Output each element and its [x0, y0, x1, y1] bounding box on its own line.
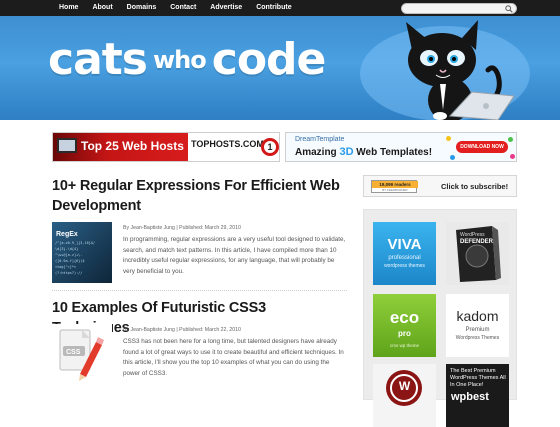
viva-title: VIVA [387, 236, 422, 253]
post-title-1[interactable]: 10+ Regular Expressions For Efficient We… [52, 176, 347, 216]
eco-subtitle-2: cms wp theme [389, 343, 419, 348]
ad-tophosts-badge: 1 [261, 138, 279, 156]
sponsor-tile-wordpress-defender[interactable]: WordPress DEFENDER [446, 222, 509, 285]
rss-reader-count: 19,099 readers [372, 181, 418, 188]
post-excerpt-2: CSS3 has not been here for a long time, … [123, 338, 344, 377]
w-tile-letter: W [398, 379, 411, 393]
kadom-subtitle-2: Wordpress Themes [455, 335, 500, 341]
sponsor-tile-viva[interactable]: VIVA professional wordpress themes [373, 222, 436, 285]
ad-tophosts-red-panel: Top 25 Web Hosts [53, 133, 188, 161]
logo-word-who: who [153, 46, 207, 74]
svg-text:\d{3}-\d{4}: \d{3}-\d{4} [55, 247, 78, 251]
search-icon[interactable] [505, 5, 513, 13]
svg-text:/^[a-z0-9_]{3,16}$/: /^[a-z0-9_]{3,16}$/ [55, 241, 95, 245]
subscribe-link[interactable]: Click to subscribe! [441, 182, 508, 191]
post-thumbnail-1[interactable]: RegEx /^[a-z0-9_]{3,16}$/ \d{3}-\d{4} ^\… [52, 222, 112, 283]
sponsor-tile-kadom[interactable]: kadom Premium Wordpress Themes [446, 294, 509, 357]
css-file-pencil-icon: CSS [52, 324, 112, 385]
site-header: cats who code [0, 16, 560, 120]
eco-title: eco [389, 308, 420, 327]
defender-subtitle: DEFENDER [460, 239, 494, 245]
kadom-subtitle: Premium [465, 327, 490, 333]
wpbest-tagline: The Best Premium WordPress Themes All In… [450, 368, 506, 388]
w-logo-icon [386, 370, 422, 406]
cat-mascot-icon [406, 20, 515, 120]
regex-thumbnail-icon: RegEx /^[a-z0-9_]{3,16}$/ \d{3}-\d{4} ^\… [52, 222, 112, 283]
post-article-2: 10 Examples Of Futuristic CSS3 Technique… [52, 298, 347, 385]
sponsor-tile-w[interactable]: W [373, 364, 436, 427]
site-logo[interactable]: cats who code [48, 34, 327, 85]
ad-banner-row: Top 25 Web Hosts TOPHOSTS.COM 1 DreamTem… [52, 132, 517, 162]
post-meta-1: By Jean-Baptiste Jung | Published: March… [123, 225, 241, 231]
search-input[interactable] [408, 4, 504, 13]
post-meta-2: By Jean-Baptiste Jung | Published: March… [123, 327, 241, 333]
ad-dreamtemplate-headline: Amazing 3D Web Templates! [295, 146, 432, 158]
ad-headline-part-a: Amazing [295, 147, 337, 158]
ad-tophosts[interactable]: Top 25 Web Hosts TOPHOSTS.COM 1 [52, 132, 280, 162]
download-now-button[interactable]: DOWNLOAD NOW [456, 141, 508, 153]
logo-word-code: code [211, 34, 327, 85]
kadom-title: kadom [456, 308, 499, 324]
feedburner-label: BY FEEDBURNER [382, 188, 408, 192]
sponsor-ads-box: VIVA professional wordpress themes WordP… [363, 209, 517, 427]
thumb-regex-label: RegEx [56, 231, 78, 238]
svg-text:^\w+@[a-z]+\.: ^\w+@[a-z]+\. [55, 253, 82, 257]
svg-text:<tag[^>]*>: <tag[^>]*> [55, 265, 76, 269]
ad-tophosts-brand: TOPHOSTS.COM [191, 139, 264, 149]
nav-menu: Home About Domains Contact Advertise Con… [52, 0, 299, 16]
ad-headline-part-b: Web Templates! [356, 147, 433, 158]
ad-dreamtemplate[interactable]: DreamTemplate Amazing 3D Web Templates! … [285, 132, 517, 162]
nav-item-contribute[interactable]: Contribute [249, 0, 298, 16]
post-excerpt-1: In programming, regular expressions are … [123, 236, 346, 275]
feedburner-counter: 19,099 readers BY FEEDBURNER [371, 180, 418, 193]
post-divider [52, 290, 347, 291]
post-article-1: 10+ Regular Expressions For Efficient We… [52, 176, 347, 283]
ad-dreamtemplate-brand: DreamTemplate [295, 136, 345, 143]
nav-item-advertise[interactable]: Advertise [203, 0, 249, 16]
sponsor-tile-eco[interactable]: eco pro cms wp theme [373, 294, 436, 357]
defender-title: WordPress [460, 232, 485, 238]
eco-subtitle: pro [398, 329, 411, 338]
top-navigation: Home About Domains Contact Advertise Con… [0, 0, 560, 16]
thumb-css-label: CSS [66, 349, 81, 356]
logo-word-cats: cats [48, 34, 148, 85]
svg-text:(?:https?)://: (?:https?):// [55, 271, 82, 275]
ad-tophosts-headline: Top 25 Web Hosts [81, 139, 184, 153]
viva-subtitle: professional [388, 255, 421, 261]
search-box [401, 3, 517, 14]
monitor-icon [57, 138, 77, 153]
nav-item-home[interactable]: Home [52, 0, 85, 16]
nav-item-contact[interactable]: Contact [163, 0, 203, 16]
ad-headline-3d: 3D [339, 146, 354, 158]
nav-item-about[interactable]: About [85, 0, 119, 16]
nav-item-domains[interactable]: Domains [120, 0, 164, 16]
post-thumbnail-2[interactable]: CSS [52, 324, 112, 385]
svg-text:([0-9a-f]{6})$: ([0-9a-f]{6})$ [55, 259, 85, 263]
sponsor-tile-wpbest[interactable]: The Best Premium WordPress Themes All In… [446, 364, 509, 427]
wpbest-logo: wpbest [451, 391, 489, 403]
viva-subtitle-2: wordpress themes [384, 263, 425, 269]
rss-subscribe-box[interactable]: 19,099 readers BY FEEDBURNER Click to su… [363, 175, 517, 197]
